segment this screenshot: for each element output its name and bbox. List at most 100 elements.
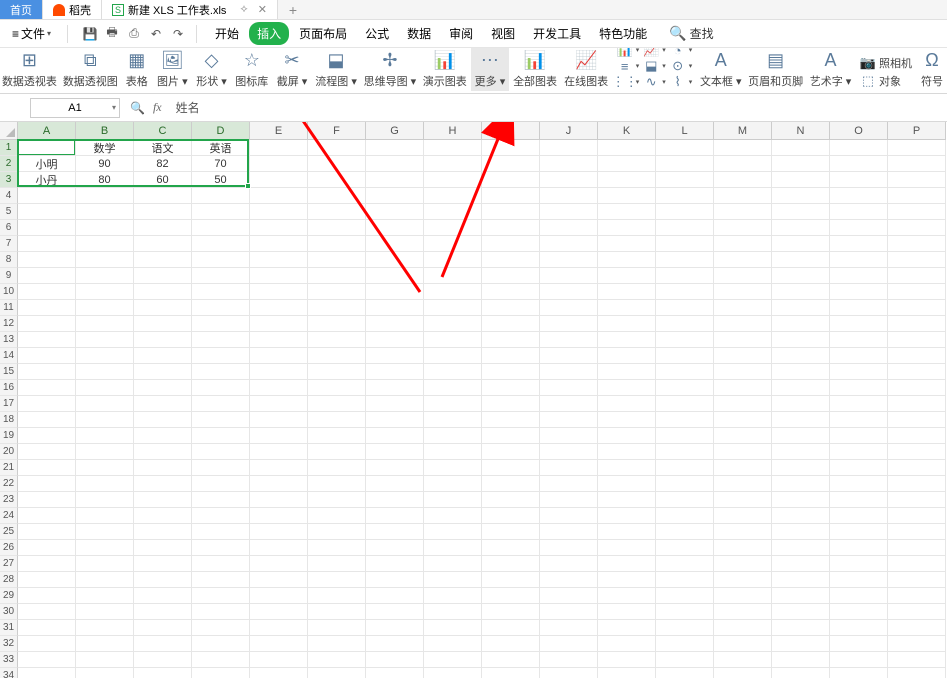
cell-J5[interactable]: [540, 204, 598, 220]
cell-P3[interactable]: [888, 172, 946, 188]
cell-J3[interactable]: [540, 172, 598, 188]
cell-O33[interactable]: [830, 652, 888, 668]
cell-O12[interactable]: [830, 316, 888, 332]
cell-C16[interactable]: [134, 380, 192, 396]
cell-I24[interactable]: [482, 508, 540, 524]
cell-N23[interactable]: [772, 492, 830, 508]
cell-G4[interactable]: [366, 188, 424, 204]
cell-N27[interactable]: [772, 556, 830, 572]
cell-N18[interactable]: [772, 412, 830, 428]
cell-E19[interactable]: [250, 428, 308, 444]
cell-F15[interactable]: [308, 364, 366, 380]
cell-H34[interactable]: [424, 668, 482, 678]
cell-I19[interactable]: [482, 428, 540, 444]
cell-E22[interactable]: [250, 476, 308, 492]
cell-A2[interactable]: 小明: [18, 156, 76, 172]
cell-O22[interactable]: [830, 476, 888, 492]
cell-O26[interactable]: [830, 540, 888, 556]
cell-H7[interactable]: [424, 236, 482, 252]
cell-G27[interactable]: [366, 556, 424, 572]
cell-L34[interactable]: [656, 668, 714, 678]
cell-C23[interactable]: [134, 492, 192, 508]
cell-G34[interactable]: [366, 668, 424, 678]
cell-F17[interactable]: [308, 396, 366, 412]
cell-F19[interactable]: [308, 428, 366, 444]
row-header-10[interactable]: 10: [0, 284, 18, 300]
cell-P9[interactable]: [888, 268, 946, 284]
col-header-F[interactable]: F: [308, 122, 366, 140]
cell-I17[interactable]: [482, 396, 540, 412]
row-header-9[interactable]: 9: [0, 268, 18, 284]
ribbon-数据透视表[interactable]: ⊞数据透视表: [0, 48, 59, 91]
row-header-4[interactable]: 4: [0, 188, 18, 204]
cell-G26[interactable]: [366, 540, 424, 556]
cell-I1[interactable]: [482, 140, 540, 156]
ribbon-tab-视图[interactable]: 视图: [483, 22, 523, 45]
cell-B24[interactable]: [76, 508, 134, 524]
cell-C24[interactable]: [134, 508, 192, 524]
cell-B16[interactable]: [76, 380, 134, 396]
cell-I18[interactable]: [482, 412, 540, 428]
row-header-13[interactable]: 13: [0, 332, 18, 348]
cell-L29[interactable]: [656, 588, 714, 604]
cell-C28[interactable]: [134, 572, 192, 588]
cell-H12[interactable]: [424, 316, 482, 332]
cell-K23[interactable]: [598, 492, 656, 508]
cell-A9[interactable]: [18, 268, 76, 284]
row-header-1[interactable]: 1: [0, 140, 18, 156]
tab-daoke[interactable]: 稻壳: [43, 0, 102, 19]
cell-I9[interactable]: [482, 268, 540, 284]
cell-F5[interactable]: [308, 204, 366, 220]
row-header-28[interactable]: 28: [0, 572, 18, 588]
cell-J20[interactable]: [540, 444, 598, 460]
cell-O3[interactable]: [830, 172, 888, 188]
cell-F21[interactable]: [308, 460, 366, 476]
cell-A7[interactable]: [18, 236, 76, 252]
cell-G24[interactable]: [366, 508, 424, 524]
cell-N21[interactable]: [772, 460, 830, 476]
cell-K20[interactable]: [598, 444, 656, 460]
cell-M30[interactable]: [714, 604, 772, 620]
cell-G8[interactable]: [366, 252, 424, 268]
cell-M13[interactable]: [714, 332, 772, 348]
cell-P13[interactable]: [888, 332, 946, 348]
cell-D16[interactable]: [192, 380, 250, 396]
cell-O31[interactable]: [830, 620, 888, 636]
cell-H5[interactable]: [424, 204, 482, 220]
cell-L27[interactable]: [656, 556, 714, 572]
cell-M1[interactable]: [714, 140, 772, 156]
cell-I30[interactable]: [482, 604, 540, 620]
cell-E4[interactable]: [250, 188, 308, 204]
cell-J4[interactable]: [540, 188, 598, 204]
cell-A3[interactable]: 小丹: [18, 172, 76, 188]
cell-F31[interactable]: [308, 620, 366, 636]
cell-K9[interactable]: [598, 268, 656, 284]
cell-P32[interactable]: [888, 636, 946, 652]
print-icon[interactable]: 🖶: [104, 26, 120, 42]
row-header-15[interactable]: 15: [0, 364, 18, 380]
cell-A24[interactable]: [18, 508, 76, 524]
ribbon-表格[interactable]: ▦表格: [122, 48, 152, 91]
cell-E13[interactable]: [250, 332, 308, 348]
chart-type-2[interactable]: ◔▾: [669, 48, 693, 57]
ribbon-tab-审阅[interactable]: 审阅: [441, 22, 481, 45]
cell-A16[interactable]: [18, 380, 76, 396]
cell-O9[interactable]: [830, 268, 888, 284]
cell-N10[interactable]: [772, 284, 830, 300]
cell-I20[interactable]: [482, 444, 540, 460]
row-header-19[interactable]: 19: [0, 428, 18, 444]
cell-L15[interactable]: [656, 364, 714, 380]
cell-L9[interactable]: [656, 268, 714, 284]
cell-K6[interactable]: [598, 220, 656, 236]
cell-N6[interactable]: [772, 220, 830, 236]
cell-A11[interactable]: [18, 300, 76, 316]
cell-J1[interactable]: [540, 140, 598, 156]
search-button[interactable]: 🔍 查找: [669, 25, 713, 42]
cell-J25[interactable]: [540, 524, 598, 540]
pin-icon[interactable]: ⟡: [240, 3, 247, 16]
cell-M27[interactable]: [714, 556, 772, 572]
cell-M12[interactable]: [714, 316, 772, 332]
cell-I8[interactable]: [482, 252, 540, 268]
cell-L21[interactable]: [656, 460, 714, 476]
cell-F27[interactable]: [308, 556, 366, 572]
